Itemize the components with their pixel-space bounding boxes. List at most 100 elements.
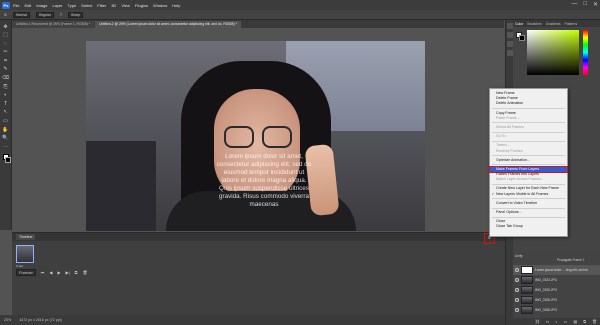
menu-layer[interactable]: Layer [52, 3, 62, 8]
move-tool-icon[interactable]: ✥ [2, 23, 9, 30]
antialias-select[interactable]: Sharp [68, 11, 84, 18]
duplicate-frame-icon[interactable]: ⧉ [75, 270, 78, 275]
status-bar: 25% 4472 px x 2516 px (72 ppi) [0, 315, 505, 325]
more-tools-icon[interactable]: ⋯ [2, 143, 9, 150]
menu-item-new-layers-visible-in-all-frames[interactable]: New Layers Visible in All Frames [490, 192, 567, 197]
menu-item-select-all-frames: Select All Frames [496, 124, 524, 129]
menu-item-panel-options[interactable]: Panel Options... [490, 210, 567, 215]
font-family-select[interactable]: Normal [13, 11, 30, 18]
frame-1-thumbnail[interactable] [16, 245, 34, 263]
timeline-header: Timeline [12, 233, 505, 241]
background-color-swatch[interactable] [4, 156, 11, 163]
menu-3d[interactable]: 3D [111, 3, 116, 8]
menu-item-delete-animation[interactable]: Delete Animation [490, 101, 567, 106]
new-group-icon[interactable]: ▦ [573, 319, 577, 324]
visibility-eye-icon[interactable] [515, 288, 519, 292]
layer-thumbnail [521, 306, 533, 314]
type-tool-icon[interactable]: T [2, 100, 9, 107]
layer-style-icon[interactable]: fx [546, 319, 549, 324]
frame-1-delay[interactable]: 0 sec. [16, 264, 24, 268]
doc-tab-untitled-1[interactable]: Untitled-1 Recovered @ 25% (Frame 1, RGB… [12, 21, 95, 28]
selection-tool-icon[interactable]: ↖ [2, 109, 9, 116]
frame-tool-icon[interactable]: ⌗ [2, 57, 9, 64]
next-frame-icon[interactable]: ▶| [66, 270, 70, 275]
layer-name: IMG_0325.JPG [535, 288, 557, 292]
stamp-tool-icon[interactable]: ⎘ [2, 83, 9, 90]
color-panel-background[interactable] [519, 35, 525, 41]
crop-tool-icon[interactable]: ✂ [2, 49, 9, 56]
layer-row[interactable]: IMG_0328.JPG [513, 305, 600, 315]
visibility-eye-icon[interactable] [515, 278, 519, 282]
subject-glasses [218, 126, 296, 148]
menu-type[interactable]: Type [68, 3, 77, 8]
tab-swatches[interactable]: Swatches [527, 22, 542, 26]
visibility-eye-icon[interactable] [515, 268, 519, 272]
close-window-button[interactable]: ✕ [593, 1, 598, 8]
layer-thumbnail [521, 296, 533, 304]
menu-filter[interactable]: Filter [97, 3, 106, 8]
menu-separator [492, 198, 565, 200]
shape-tool-icon[interactable]: ▭ [2, 118, 9, 125]
menu-view[interactable]: View [121, 3, 130, 8]
layer-thumbnail [521, 276, 533, 284]
marquee-tool-icon[interactable]: ⬚ [2, 32, 9, 39]
tools-panel: ✥ ⬚ ◌ ✂ ⌗ ✎ ⌫ ⎘ ◐ T ↖ ▭ ✋ 🔍 ⋯ [0, 20, 12, 230]
menu-select[interactable]: Select [81, 3, 92, 8]
doc-tab-untitled-2[interactable]: Untitled-2 @ 25% (Lorem ipsum dolor sit … [95, 21, 241, 28]
maximize-button[interactable]: □ [583, 1, 587, 8]
layer-row[interactable]: IMG_0323.JPG [513, 275, 600, 285]
tab-color[interactable]: Color [515, 22, 523, 26]
menu-item-close-tab-group[interactable]: Close Tab Group [490, 224, 567, 229]
play-icon[interactable]: ▶ [57, 270, 60, 275]
menu-help[interactable]: Help [172, 3, 180, 8]
layer-row[interactable]: IMG_0325.JPG [513, 285, 600, 295]
zoom-tool-icon[interactable]: 🔍 [2, 135, 9, 142]
delete-layer-icon[interactable]: 🗑 [592, 319, 597, 324]
brush-tool-icon[interactable]: ✎ [2, 66, 9, 73]
menu-plugins[interactable]: Plugins [135, 3, 148, 8]
eraser-tool-icon[interactable]: ⌫ [2, 75, 9, 82]
hue-slider[interactable] [583, 30, 588, 75]
menu-separator [492, 183, 565, 185]
background-chair [86, 141, 156, 231]
minimize-button[interactable]: — [571, 1, 577, 8]
delete-frame-icon[interactable]: 🗑 [83, 270, 88, 275]
hand-tool-icon[interactable]: ✋ [2, 126, 9, 133]
link-layers-icon[interactable]: ⛓ [535, 319, 540, 324]
document-tab-bar: Untitled-1 Recovered @ 25% (Frame 1, RGB… [12, 20, 504, 28]
first-frame-icon[interactable]: ⏮ [41, 270, 45, 275]
dodge-tool-icon[interactable]: ◐ [2, 92, 9, 99]
canvas-text-layer[interactable]: Lorem ipsum dolor sit amet, consectetur … [216, 153, 312, 209]
menu-item-optimize-animation[interactable]: Optimize Animation... [490, 158, 567, 163]
menu-edit[interactable]: Edit [24, 3, 31, 8]
layer-mask-icon[interactable]: ▭ [564, 319, 568, 324]
layer-thumbnail [521, 266, 533, 274]
new-layer-icon[interactable]: ⧉ [583, 319, 586, 324]
menu-file[interactable]: File [13, 3, 19, 8]
layer-row[interactable]: IMG_0326.JPG [513, 295, 600, 305]
font-style-select[interactable]: Regular [35, 11, 54, 18]
visibility-eye-icon[interactable] [515, 308, 519, 312]
propagate-frame-checkbox[interactable]: Propagate Frame 1 [557, 258, 584, 262]
menu-window[interactable]: Window [153, 3, 167, 8]
color-picker-field[interactable] [527, 30, 579, 75]
adjustment-layer-icon[interactable]: ◐ [555, 319, 557, 324]
visibility-eye-icon[interactable] [515, 298, 519, 302]
menu-item-go-to: Go To [496, 134, 506, 139]
loop-select[interactable]: Forever [16, 269, 36, 276]
layer-row[interactable]: Lorem ipsum dolor ... cing elit, sed do [513, 265, 600, 275]
menu-separator [492, 108, 565, 110]
layer-name: IMG_0323.JPG [535, 278, 557, 282]
menu-item-convert-to-video-timeline[interactable]: Convert to Video Timeline [490, 201, 567, 206]
tab-patterns[interactable]: Patterns [565, 22, 578, 26]
tab-gradients[interactable]: Gradients [546, 22, 561, 26]
previous-frame-icon[interactable]: ◀ [49, 270, 52, 275]
lasso-tool-icon[interactable]: ◌ [2, 40, 9, 47]
layer-name: Lorem ipsum dolor ... cing elit, sed do [535, 268, 588, 272]
menu-image[interactable]: Image [36, 3, 47, 8]
timeline-tab[interactable]: Timeline [16, 234, 36, 240]
document-canvas[interactable]: Lorem ipsum dolor sit amet, consectetur … [86, 41, 425, 231]
text-orientation-icon[interactable]: ⇅ [4, 13, 7, 17]
zoom-level[interactable]: 25% [4, 318, 11, 322]
menu-separator [492, 207, 565, 209]
